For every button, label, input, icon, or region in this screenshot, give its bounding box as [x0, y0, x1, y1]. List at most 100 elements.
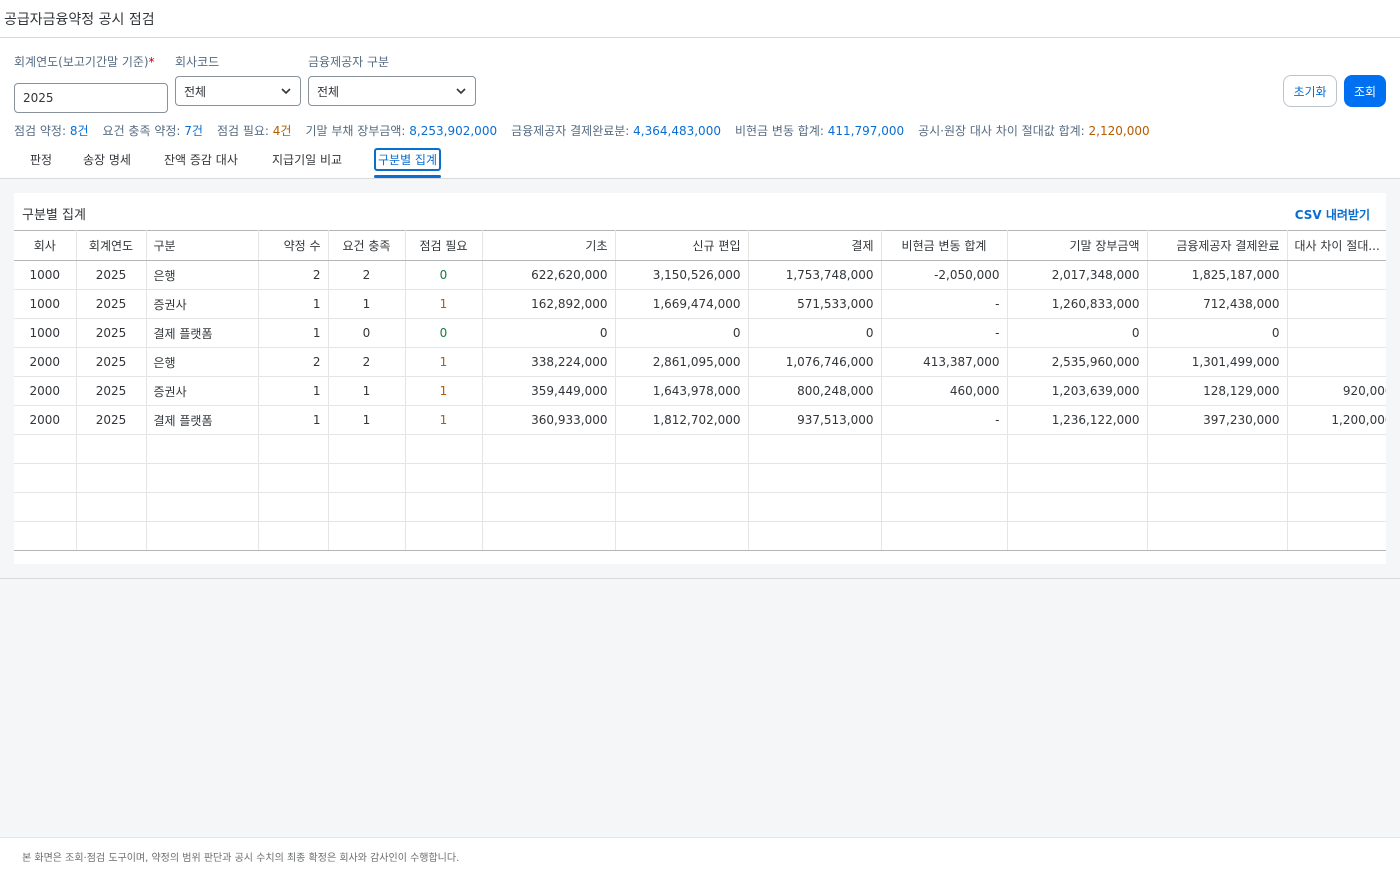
- table-cell: 결제 플랫폼: [146, 318, 259, 348]
- chevron-down-icon: [455, 85, 467, 97]
- table-cell: [881, 521, 1008, 551]
- summary-label: 금융제공자 결제완료분:: [511, 124, 634, 138]
- table-cell: [146, 463, 259, 493]
- table-cell: 2: [328, 260, 406, 290]
- table-cell: 1,753,748,000: [748, 260, 882, 290]
- table-cell: [146, 434, 259, 464]
- table-cell: 1: [328, 405, 406, 435]
- table-cell: 0: [1007, 318, 1148, 348]
- table-cell: 0: [405, 318, 483, 348]
- table-cell: 0: [328, 318, 406, 348]
- table-cell: 2,535,960,000: [1007, 347, 1148, 377]
- table-cell: 460,000: [881, 376, 1008, 406]
- panel-title: 구분별 집계: [22, 208, 86, 223]
- table-cell: 338,224,000: [482, 347, 616, 377]
- table-cell: [76, 521, 147, 551]
- column-header[interactable]: 금융제공자 결제완료: [1147, 230, 1288, 261]
- column-header[interactable]: 점검 필요: [405, 230, 483, 261]
- column-header[interactable]: 요건 충족: [328, 230, 406, 261]
- summary-value: 7건: [184, 124, 203, 138]
- table-cell: [76, 492, 147, 522]
- table-cell: 920,000: [1287, 376, 1386, 406]
- table-cell: 2025: [76, 405, 147, 435]
- table-cell: [1007, 434, 1148, 464]
- summary-label: 비현금 변동 합계:: [734, 124, 828, 138]
- table-cell: 413,387,000: [881, 347, 1008, 377]
- table-row[interactable]: 1000 2025 결제 플랫폼 1 0 0 0 0 0-0 0: [14, 318, 1386, 348]
- tab-5[interactable]: 구분별 집계: [374, 140, 442, 178]
- table-cell: [1147, 434, 1288, 464]
- table-cell: [328, 521, 406, 551]
- table-cell: [748, 463, 882, 493]
- table-cell: 1000: [14, 289, 77, 319]
- table-cell: 은행: [146, 347, 259, 377]
- column-header[interactable]: 회계연도: [76, 230, 147, 261]
- provider-select-value: 전체: [317, 84, 340, 99]
- table-cell: 800,248,000: [748, 376, 882, 406]
- table-cell: [1147, 521, 1288, 551]
- summary-label: 점검 필요:: [216, 124, 273, 138]
- table-cell: [1287, 434, 1386, 464]
- column-header[interactable]: 신규 편입: [615, 230, 749, 261]
- column-header[interactable]: 기말 장부금액: [1007, 230, 1148, 261]
- table-row[interactable]: 2000 2025 결제 플랫폼 1 1 1 360,933,000 1,812,702,00…: [14, 405, 1386, 435]
- table-cell: 1,076,746,000: [748, 347, 882, 377]
- table-cell: 2: [258, 260, 329, 290]
- table-cell: 2000: [14, 376, 77, 406]
- table-container: 회사 회계연도 구분 약정 수 요건 충족 점검 필요 기초 신규 편입 결제 비현금 변동 합계…: [14, 230, 1386, 551]
- table-cell: [1007, 521, 1148, 551]
- table-cell: 2025: [76, 289, 147, 319]
- table-cell: [1287, 289, 1386, 319]
- table-row[interactable]: 2000 2025 증권사 1 1 1 359,449,000 1,643,978,000 80…: [14, 376, 1386, 406]
- table-cell: 2000: [14, 405, 77, 435]
- table-cell: 622,620,000: [482, 260, 616, 290]
- column-header[interactable]: 대사 차이 절대...: [1287, 230, 1386, 261]
- table-cell: [14, 434, 77, 464]
- year-input[interactable]: 2025: [14, 83, 168, 113]
- app-title: 공급자금융약정 공시 점검: [4, 11, 155, 28]
- table-cell: [405, 492, 483, 522]
- column-header[interactable]: 결제: [748, 230, 882, 261]
- empty-row: [14, 463, 1386, 493]
- column-header[interactable]: 기초: [482, 230, 616, 261]
- search-button[interactable]: 조회: [1344, 75, 1386, 107]
- column-header[interactable]: 비현금 변동 합계: [881, 230, 1008, 261]
- provider-filter: 금융제공자 구분 전체: [308, 53, 476, 106]
- summary-item: 요건 충족 약정: 7건: [103, 122, 203, 139]
- tab-3[interactable]: 잔액 증감 대사: [164, 140, 238, 178]
- table-cell: 0: [482, 318, 616, 348]
- tab-4[interactable]: 지급기일 비교: [272, 140, 342, 178]
- table-cell: [405, 521, 483, 551]
- csv-download-link[interactable]: CSV 내려받기: [1295, 206, 1370, 223]
- table-cell: 1,200,000: [1287, 405, 1386, 435]
- reset-button[interactable]: 초기화: [1283, 75, 1337, 107]
- table-cell: [482, 463, 616, 493]
- provider-select[interactable]: 전체: [308, 76, 476, 106]
- summary-item: 공시·원장 대사 차이 절대값 합계: 2,120,000: [918, 122, 1150, 139]
- table-cell: 1,260,833,000: [1007, 289, 1148, 319]
- summary-label: 공시·원장 대사 차이 절대값 합계:: [918, 124, 1089, 138]
- table-cell: 1: [405, 405, 483, 435]
- tab-1[interactable]: 판정: [30, 140, 52, 178]
- table-row[interactable]: 1000 2025 증권사 1 1 1 162,892,000 1,669,474,000 57…: [14, 289, 1386, 319]
- company-select[interactable]: 전체: [175, 76, 301, 106]
- summary-value: 8,253,902,000: [409, 124, 498, 138]
- column-header[interactable]: 약정 수: [258, 230, 329, 261]
- column-header[interactable]: 구분: [146, 230, 259, 261]
- table-cell: 2,017,348,000: [1007, 260, 1148, 290]
- table-cell: [76, 434, 147, 464]
- summary-value: 4,364,483,000: [633, 124, 721, 138]
- tab-label: 잔액 증감 대사: [164, 152, 238, 167]
- company-filter: 회사코드 전체: [175, 53, 301, 106]
- table-cell: [258, 492, 329, 522]
- table-cell: [1287, 492, 1386, 522]
- table-cell: [146, 492, 259, 522]
- table-cell: [881, 463, 1008, 493]
- table-row[interactable]: 1000 2025 은행 2 2 0 622,620,000 3,150,526,000 1,7…: [14, 260, 1386, 290]
- table-cell: 3,150,526,000: [615, 260, 749, 290]
- table-cell: [328, 492, 406, 522]
- table-row[interactable]: 2000 2025 은행 2 2 1 338,224,000 2,861,095,000 1,0…: [14, 347, 1386, 377]
- column-header[interactable]: 회사: [14, 230, 77, 261]
- tab-2[interactable]: 송장 명세: [83, 140, 131, 178]
- table-cell: [14, 492, 77, 522]
